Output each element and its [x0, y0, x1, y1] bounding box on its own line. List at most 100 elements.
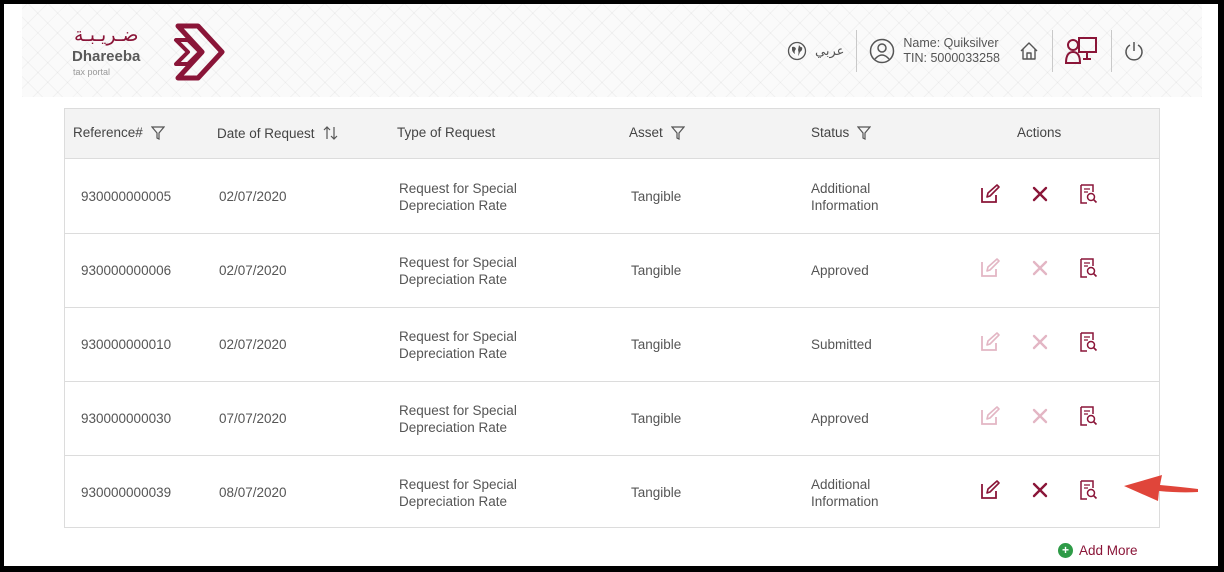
- cell-status: Approved: [811, 263, 869, 278]
- cell-type-line2: Depreciation Rate: [399, 346, 508, 361]
- cell-date: 02/07/2020: [219, 337, 287, 352]
- cell-type: Request for Special Depreciation Rate: [399, 402, 517, 436]
- cell-status: Approved: [811, 411, 869, 426]
- cell-type: Request for Special Depreciation Rate: [399, 180, 517, 214]
- cell-status: Additional Information: [811, 476, 879, 510]
- column-asset[interactable]: Asset: [629, 125, 685, 140]
- cancel-icon[interactable]: [1029, 405, 1051, 427]
- cell-asset: Tangible: [631, 337, 682, 352]
- cell-status-line1: Additional: [811, 477, 871, 492]
- cell-reference: 930000000005: [81, 189, 172, 204]
- logo-chevron-icon: [174, 23, 225, 81]
- column-reference[interactable]: Reference#: [73, 125, 165, 140]
- header-divider: [1052, 30, 1053, 72]
- column-type[interactable]: Type of Request: [397, 125, 495, 140]
- table-row: 930000000006 02/07/2020 Request for Specia…: [65, 234, 1159, 308]
- cell-type-line2: Depreciation Rate: [399, 198, 508, 213]
- column-date[interactable]: Date of Request: [217, 125, 339, 141]
- column-actions: Actions: [1017, 125, 1061, 140]
- cell-type-line1: Request for Special: [399, 403, 517, 418]
- pointer-arrow-icon: [1124, 475, 1198, 501]
- cell-reference: 930000000010: [81, 337, 172, 352]
- filter-icon[interactable]: [670, 125, 685, 140]
- edit-icon[interactable]: [979, 257, 1001, 279]
- column-status[interactable]: Status: [811, 125, 872, 140]
- add-more-button[interactable]: + Add More: [1058, 543, 1138, 558]
- user-name: Name: Quiksilver: [903, 36, 999, 50]
- user-info[interactable]: Name: Quiksilver TIN: 5000033258: [869, 36, 1000, 66]
- cell-type-line2: Depreciation Rate: [399, 272, 508, 287]
- view-document-icon[interactable]: [1077, 183, 1099, 205]
- view-document-icon[interactable]: [1077, 331, 1099, 353]
- edit-icon[interactable]: [979, 183, 1001, 205]
- logo-english-text: Dhareeba: [72, 48, 141, 65]
- cell-type: Request for Special Depreciation Rate: [399, 476, 517, 510]
- filter-icon[interactable]: [150, 125, 165, 140]
- globe-icon: [787, 41, 807, 61]
- plus-icon: +: [1058, 543, 1073, 558]
- cell-status-line1: Additional: [811, 181, 871, 196]
- view-document-icon[interactable]: [1077, 479, 1099, 501]
- cell-type-line1: Request for Special: [399, 329, 517, 344]
- cell-asset: Tangible: [631, 411, 682, 426]
- cell-date: 07/07/2020: [219, 411, 287, 426]
- filter-icon[interactable]: [857, 125, 872, 140]
- column-reference-label: Reference#: [73, 125, 143, 140]
- language-switch[interactable]: عربي: [787, 41, 844, 61]
- power-icon[interactable]: [1124, 40, 1144, 62]
- cell-type-line1: Request for Special: [399, 255, 517, 270]
- view-document-icon[interactable]: [1077, 257, 1099, 279]
- edit-icon[interactable]: [979, 405, 1001, 427]
- header-divider: [1111, 30, 1112, 72]
- cell-status-line2: Information: [811, 494, 879, 509]
- cell-reference: 930000000006: [81, 263, 172, 278]
- page-frame: ضـريـبـة Dhareeba tax portal عربي Name: …: [4, 4, 1218, 566]
- cell-status: Additional Information: [811, 180, 879, 214]
- requests-table: Reference# Date of Request Type of Reque…: [64, 108, 1160, 528]
- view-document-icon[interactable]: [1077, 405, 1099, 427]
- header: ضـريـبـة Dhareeba tax portal عربي Name: …: [22, 4, 1202, 97]
- cancel-icon[interactable]: [1029, 479, 1051, 501]
- cell-asset: Tangible: [631, 485, 682, 500]
- cell-date: 02/07/2020: [219, 189, 287, 204]
- edit-icon[interactable]: [979, 479, 1001, 501]
- column-date-label: Date of Request: [217, 125, 315, 141]
- cancel-icon[interactable]: [1029, 257, 1051, 279]
- column-status-label: Status: [811, 125, 850, 140]
- cancel-icon[interactable]: [1029, 183, 1051, 205]
- cell-date: 08/07/2020: [219, 485, 287, 500]
- column-actions-label: Actions: [1017, 125, 1062, 140]
- cell-reference: 930000000030: [81, 411, 172, 426]
- cell-type: Request for Special Depreciation Rate: [399, 254, 517, 288]
- dashboard-icon[interactable]: [1065, 35, 1099, 67]
- user-details: Name: Quiksilver TIN: 5000033258: [903, 36, 1000, 66]
- table-row: 930000000039 08/07/2020 Request for Specia…: [65, 456, 1159, 530]
- cell-type-line2: Depreciation Rate: [399, 420, 508, 435]
- cell-asset: Tangible: [631, 263, 682, 278]
- user-icon: [870, 38, 895, 64]
- cell-status: Submitted: [811, 337, 872, 352]
- table-row: 930000000030 07/07/2020 Request for Specia…: [65, 382, 1159, 456]
- table-header: Reference# Date of Request Type of Reque…: [65, 109, 1159, 159]
- column-type-label: Type of Request: [397, 125, 496, 140]
- cell-date: 02/07/2020: [219, 263, 287, 278]
- dhareeba-logo[interactable]: ضـريـبـة Dhareeba tax portal: [66, 18, 226, 86]
- language-label: عربي: [815, 43, 845, 59]
- cell-type-line2: Depreciation Rate: [399, 494, 508, 509]
- logo-subtitle: tax portal: [73, 67, 111, 77]
- header-divider: [856, 30, 858, 72]
- sort-icon[interactable]: [323, 125, 339, 141]
- column-asset-label: Asset: [629, 125, 663, 140]
- cell-reference: 930000000039: [81, 485, 172, 500]
- home-icon[interactable]: [1018, 40, 1040, 62]
- edit-icon[interactable]: [979, 331, 1001, 353]
- logo-arabic-text: ضـريـبـة: [74, 24, 139, 46]
- cell-type-line1: Request for Special: [399, 181, 517, 196]
- cell-type: Request for Special Depreciation Rate: [399, 328, 517, 362]
- table-row: 930000000010 02/07/2020 Request for Specia…: [65, 308, 1159, 382]
- add-more-label: Add More: [1079, 543, 1138, 558]
- table-row: 930000000005 02/07/2020 Request for Specia…: [65, 160, 1159, 234]
- cancel-icon[interactable]: [1029, 331, 1051, 353]
- cell-asset: Tangible: [631, 189, 682, 204]
- cell-status-line2: Information: [811, 198, 879, 213]
